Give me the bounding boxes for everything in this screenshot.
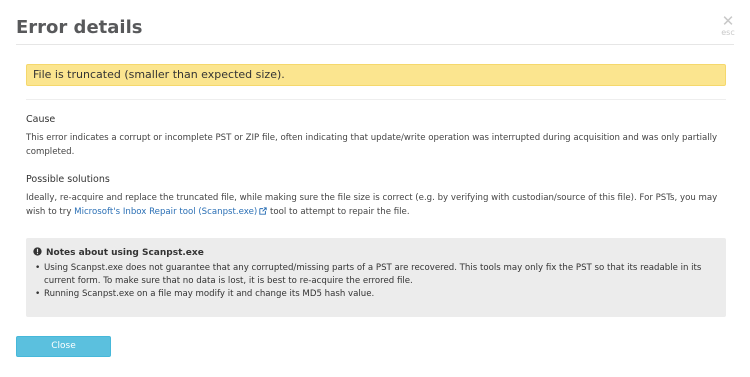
notes-title: Notes about using Scanpst.exe <box>33 247 204 259</box>
close-button[interactable]: Close <box>16 336 111 357</box>
cause-text: This error indicates a corrupt or incomp… <box>26 133 718 157</box>
scanpst-link-label: Microsoft's Inbox Repair tool (Scanpst.e… <box>74 207 258 217</box>
cause-heading: Cause <box>26 114 56 125</box>
notes-list-item: Using Scanpst.exe does not guarantee tha… <box>34 262 714 288</box>
header-divider <box>16 44 734 45</box>
scanpst-notes-box: Notes about using Scanpst.exe Using Scan… <box>26 238 726 317</box>
solutions-heading: Possible solutions <box>26 174 110 185</box>
dialog-title: Error details <box>16 17 143 38</box>
notes-title-label: Notes about using Scanpst.exe <box>46 248 204 258</box>
error-details-dialog: Error details ✕ esc File is truncated (s… <box>0 0 750 377</box>
exclamation-circle-icon <box>33 247 42 256</box>
close-icon: ✕ <box>721 12 735 30</box>
solutions-text: Ideally, re-acquire and replace the trun… <box>26 191 726 219</box>
scanpst-link[interactable]: Microsoft's Inbox Repair tool (Scanpst.e… <box>74 207 267 217</box>
esc-hint: esc <box>721 28 735 37</box>
notes-list-item: Running Scanpst.exe on a file may modify… <box>34 288 714 301</box>
error-message-banner: File is truncated (smaller than expected… <box>26 64 726 86</box>
notes-list: Using Scanpst.exe does not guarantee tha… <box>34 262 714 301</box>
section-divider <box>26 99 726 100</box>
solutions-text-after: tool to attempt to repair the file. <box>267 207 410 217</box>
dialog-close-button[interactable]: ✕ esc <box>720 14 736 38</box>
dialog-header: Error details ✕ esc <box>0 0 750 46</box>
